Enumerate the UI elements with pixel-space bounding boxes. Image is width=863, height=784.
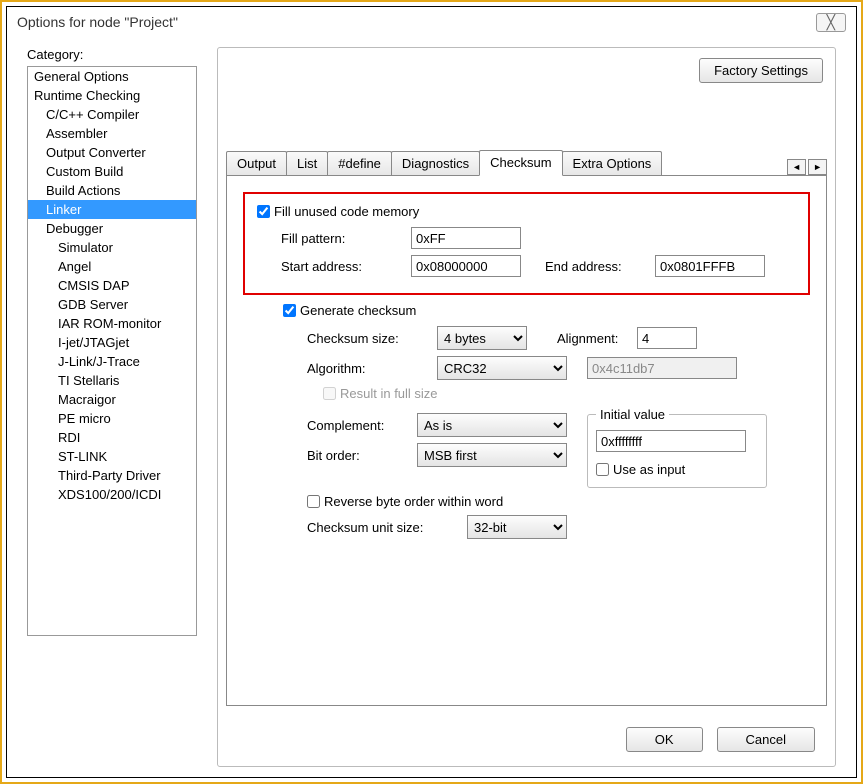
initial-value-group: Initial value Use as input [587,407,767,488]
fill-pattern-field[interactable] [411,227,521,249]
generate-checksum-input[interactable] [283,304,296,317]
fill-pattern-label: Fill pattern: [281,231,411,246]
tabs-bar: OutputList#defineDiagnosticsChecksumExtr… [226,148,827,176]
sidebar-item-custom-build[interactable]: Custom Build [28,162,196,181]
options-panel: Factory Settings OutputList#defineDiagno… [217,47,836,767]
sidebar-item-i-jet-jtagjet[interactable]: I-jet/JTAGjet [28,333,196,352]
tab--define[interactable]: #define [327,151,392,175]
reverse-byte-checkbox[interactable]: Reverse byte order within word [307,494,503,509]
fill-unused-label: Fill unused code memory [274,204,419,219]
sidebar-item-cmsis-dap[interactable]: CMSIS DAP [28,276,196,295]
use-as-input-checkbox[interactable]: Use as input [596,462,685,477]
generate-checksum-label: Generate checksum [300,303,416,318]
sidebar-item-gdb-server[interactable]: GDB Server [28,295,196,314]
titlebar: Options for node "Project" ╳ [7,7,856,37]
tab-content-checksum: Fill unused code memory Fill pattern: St… [226,176,827,706]
category-list[interactable]: General OptionsRuntime CheckingC/C++ Com… [27,66,197,636]
reverse-byte-label: Reverse byte order within word [324,494,503,509]
sidebar-item-debugger[interactable]: Debugger [28,219,196,238]
sidebar-item-iar-rom-monitor[interactable]: IAR ROM-monitor [28,314,196,333]
sidebar-item-linker[interactable]: Linker [28,200,196,219]
sidebar-item-output-converter[interactable]: Output Converter [28,143,196,162]
start-address-field[interactable] [411,255,521,277]
tab-scroll-right-icon[interactable]: ► [808,159,827,175]
checksum-size-select[interactable]: 4 bytes [437,326,527,350]
unit-size-select[interactable]: 32-bit [467,515,567,539]
generate-checksum-checkbox[interactable]: Generate checksum [283,303,416,318]
tab-list[interactable]: List [286,151,328,175]
bit-order-select[interactable]: MSB first [417,443,567,467]
cancel-button[interactable]: Cancel [717,727,815,752]
bit-order-label: Bit order: [307,448,417,463]
sidebar-item-assembler[interactable]: Assembler [28,124,196,143]
highlight-box: Fill unused code memory Fill pattern: St… [243,192,810,295]
sidebar-item-pe-micro[interactable]: PE micro [28,409,196,428]
sidebar-item-xds100-200-icdi[interactable]: XDS100/200/ICDI [28,485,196,504]
result-full-size-checkbox: Result in full size [323,386,438,401]
sidebar-item-angel[interactable]: Angel [28,257,196,276]
tab-output[interactable]: Output [226,151,287,175]
polynomial-field [587,357,737,379]
dialog-buttons: OK Cancel [626,727,815,752]
sidebar-item-third-party-driver[interactable]: Third-Party Driver [28,466,196,485]
result-full-size-label: Result in full size [340,386,438,401]
end-address-field[interactable] [655,255,765,277]
close-icon[interactable]: ╳ [816,13,846,32]
alignment-label: Alignment: [557,331,637,346]
sidebar-item-general-options[interactable]: General Options [28,67,196,86]
reverse-byte-input[interactable] [307,495,320,508]
use-as-input-label: Use as input [613,462,685,477]
ok-button[interactable]: OK [626,727,703,752]
start-address-label: Start address: [281,259,411,274]
end-address-label: End address: [545,259,655,274]
sidebar-item-ti-stellaris[interactable]: TI Stellaris [28,371,196,390]
algorithm-label: Algorithm: [307,361,437,376]
tab-diagnostics[interactable]: Diagnostics [391,151,480,175]
sidebar-item-macraigor[interactable]: Macraigor [28,390,196,409]
sidebar-item-rdi[interactable]: RDI [28,428,196,447]
sidebar-item-build-actions[interactable]: Build Actions [28,181,196,200]
algorithm-select[interactable]: CRC32 [437,356,567,380]
dialog-window: Options for node "Project" ╳ Category: G… [6,6,857,778]
tab-scroll: ◄ ► [787,159,827,175]
complement-label: Complement: [307,418,417,433]
alignment-field[interactable] [637,327,697,349]
initial-value-field[interactable] [596,430,746,452]
checksum-size-label: Checksum size: [307,331,437,346]
tab-checksum[interactable]: Checksum [479,150,562,176]
result-full-size-input [323,387,336,400]
tab-scroll-left-icon[interactable]: ◄ [787,159,806,175]
window-title: Options for node "Project" [17,14,178,30]
initial-value-legend: Initial value [596,407,669,422]
use-as-input-input[interactable] [596,463,609,476]
sidebar-item-simulator[interactable]: Simulator [28,238,196,257]
sidebar-item-st-link[interactable]: ST-LINK [28,447,196,466]
fill-unused-checkbox[interactable]: Fill unused code memory [257,204,419,219]
complement-select[interactable]: As is [417,413,567,437]
factory-settings-button[interactable]: Factory Settings [699,58,823,83]
tab-extra-options[interactable]: Extra Options [562,151,663,175]
fill-unused-input[interactable] [257,205,270,218]
sidebar-item-j-link-j-trace[interactable]: J-Link/J-Trace [28,352,196,371]
sidebar-item-runtime-checking[interactable]: Runtime Checking [28,86,196,105]
unit-size-label: Checksum unit size: [307,520,467,535]
sidebar-item-c-c-compiler[interactable]: C/C++ Compiler [28,105,196,124]
